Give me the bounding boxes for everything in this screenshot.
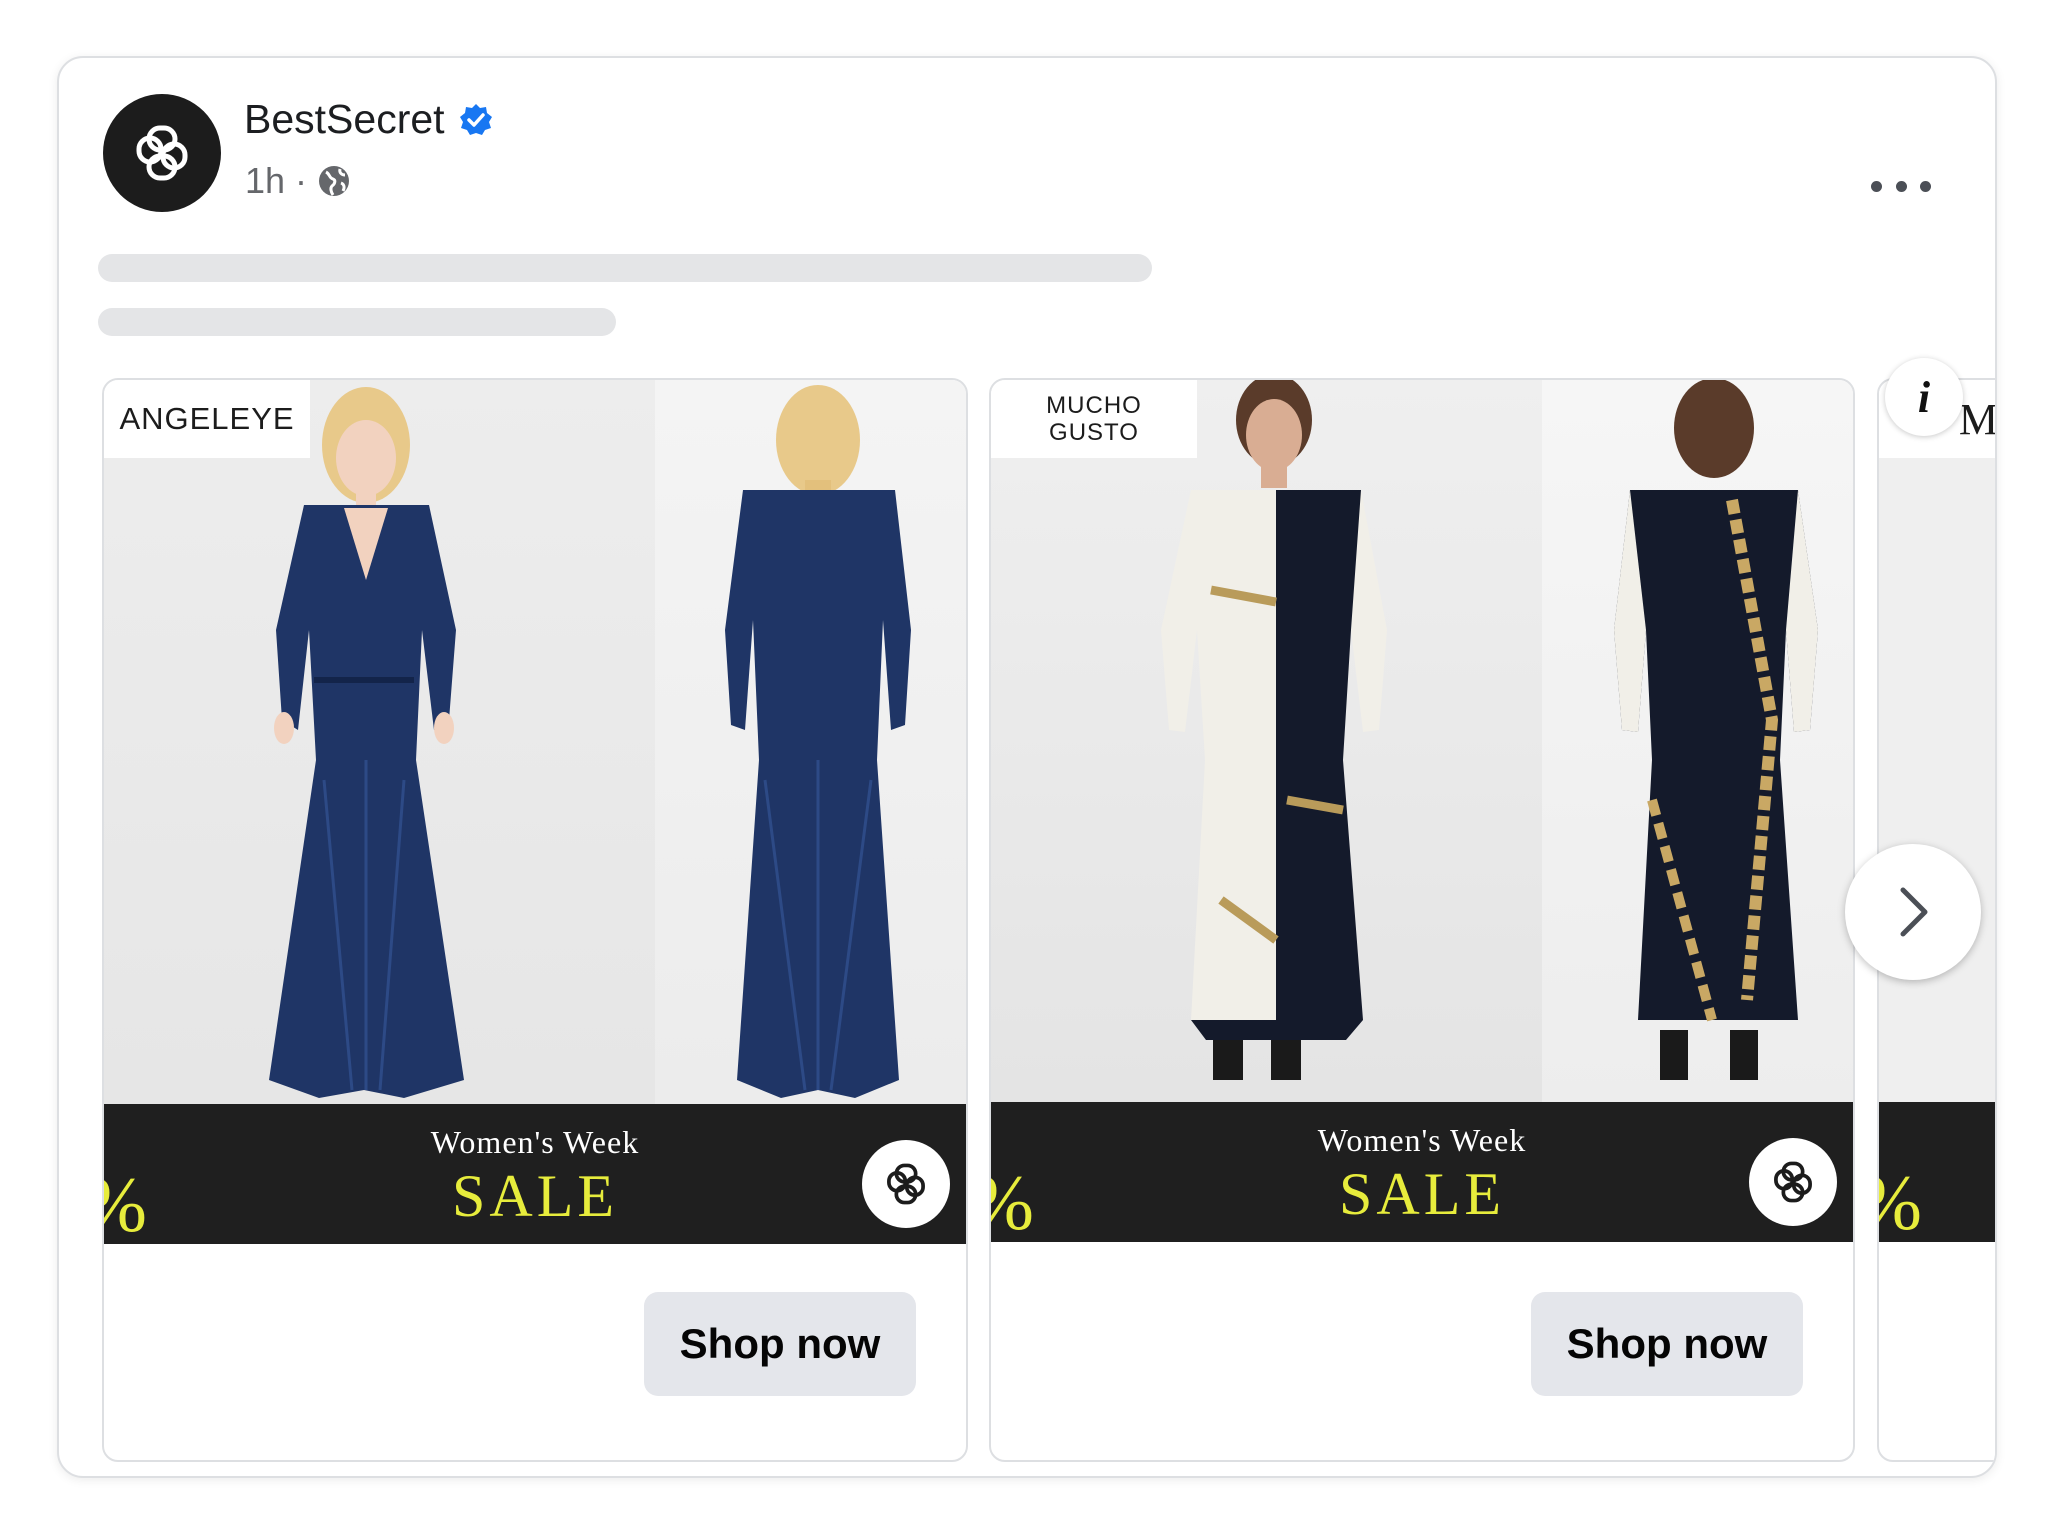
brand-name-line: MUCHO	[1046, 392, 1142, 419]
post-meta: 1h ·	[245, 160, 351, 202]
brand-logo-badge	[862, 1140, 950, 1228]
globe-icon	[319, 166, 350, 196]
page-name-row: BestSecret	[244, 96, 493, 143]
brand-name-partial: M	[1958, 394, 1997, 444]
banner-title: Women's Week	[430, 1124, 640, 1160]
meta-separator: ·	[295, 160, 308, 201]
dress-front-image	[269, 387, 464, 1098]
more-options-button[interactable]	[1871, 176, 1931, 196]
post-timestamp[interactable]: 1h	[245, 160, 285, 202]
brand-name: ANGELEYE	[119, 401, 295, 436]
page-name[interactable]: BestSecret	[244, 96, 445, 143]
more-dot	[1895, 180, 1907, 192]
product-photo-partial[interactable]	[1879, 380, 1995, 1104]
brand-tag: MUCHO GUSTO	[991, 380, 1197, 458]
ad-info-button[interactable]: i	[1885, 358, 1963, 436]
product-photo-back[interactable]	[1542, 380, 1853, 1104]
caption-placeholder-line	[98, 254, 1152, 282]
dress-back-image	[725, 385, 911, 1098]
shop-now-button[interactable]: Shop now	[1531, 1292, 1803, 1396]
chevron-right-icon	[1900, 887, 1928, 937]
ad-post: BestSecret 1h · ANGELEYE Women's Week SA…	[57, 56, 1997, 1478]
sale-banner: % Women's Week SALE	[991, 1102, 1853, 1242]
banner-sale: SALE	[452, 1163, 618, 1229]
brand-tag: ANGELEYE	[104, 380, 310, 458]
verified-badge-icon	[459, 103, 492, 135]
brand-name-line: GUSTO	[1049, 419, 1139, 446]
percent-symbol: %	[1879, 1164, 1922, 1242]
caption-placeholder-line	[98, 308, 616, 336]
bestsecret-logo-icon	[136, 125, 188, 181]
sale-banner: % Women's Week SALE	[104, 1104, 966, 1244]
carousel-card[interactable]: ANGELEYE % Women's Week SALE Shop now	[102, 378, 968, 1462]
more-dot	[1871, 180, 1882, 192]
bestsecret-logo-icon	[1774, 1161, 1812, 1203]
info-icon: i	[1917, 372, 1931, 422]
more-dot	[1920, 180, 1931, 192]
carousel-card[interactable]: MUCHO GUSTO % Women's Week SALE Shop now	[989, 378, 1855, 1462]
product-photo-front[interactable]	[991, 380, 1542, 1104]
carousel-next-button[interactable]	[1845, 844, 1981, 980]
bestsecret-logo-icon	[887, 1163, 925, 1205]
page-avatar[interactable]	[103, 94, 221, 212]
dress-front-image	[1161, 380, 1387, 1080]
product-photo-front[interactable]	[104, 380, 655, 1104]
product-photo-back[interactable]	[655, 380, 966, 1104]
banner-title: Women's Week	[1317, 1122, 1527, 1158]
banner-sale: SALE	[1339, 1161, 1505, 1227]
sale-banner: %	[1879, 1102, 1995, 1242]
dress-back-image	[1614, 380, 1818, 1080]
brand-logo-badge	[1749, 1138, 1837, 1226]
shop-now-button[interactable]: Shop now	[644, 1292, 916, 1396]
